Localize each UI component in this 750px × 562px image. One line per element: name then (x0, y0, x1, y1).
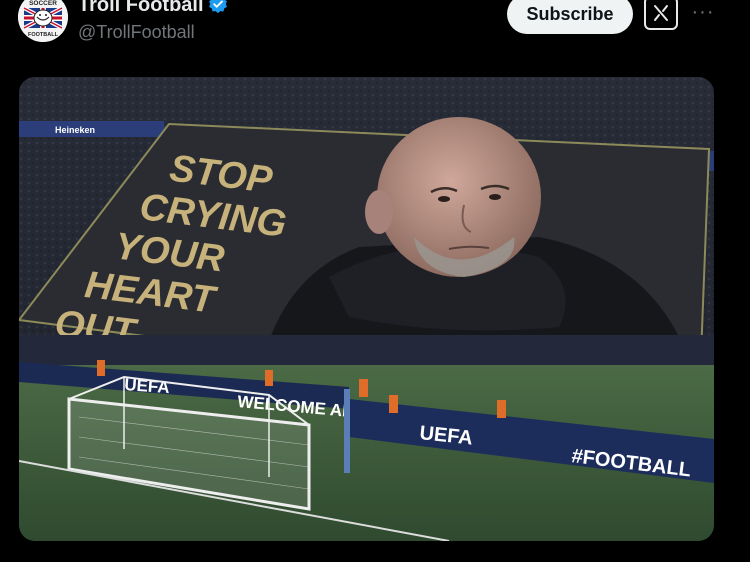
author-handle[interactable]: @TrollFootball (78, 22, 195, 43)
author-name-row[interactable]: Troll Football (78, 0, 228, 17)
avatar-logo: SOCCER FOOTBALL (18, 0, 68, 42)
sponsor-text: Heineken (55, 125, 95, 135)
avatar[interactable]: SOCCER FOOTBALL (18, 0, 68, 42)
more-icon: ··· (691, 1, 715, 23)
avatar-text-bottom: FOOTBALL (28, 32, 59, 38)
subscribe-button[interactable]: Subscribe (507, 0, 633, 34)
verified-badge-icon (208, 0, 228, 14)
meme-image: Heineken STOP CRYING YOUR HEART OUT UEFA… (19, 77, 714, 541)
author-name[interactable]: Troll Football (78, 0, 204, 16)
grok-button[interactable] (644, 0, 678, 30)
post-media[interactable]: Heineken STOP CRYING YOUR HEART OUT UEFA… (19, 77, 714, 541)
post-header: SOCCER FOOTBALL Troll Football @TrollFoo… (0, 0, 750, 60)
grok-icon (654, 5, 668, 21)
more-options-button[interactable]: ··· (690, 0, 716, 28)
camera-pole (344, 389, 350, 473)
avatar-text-top: SOCCER (29, 0, 57, 7)
